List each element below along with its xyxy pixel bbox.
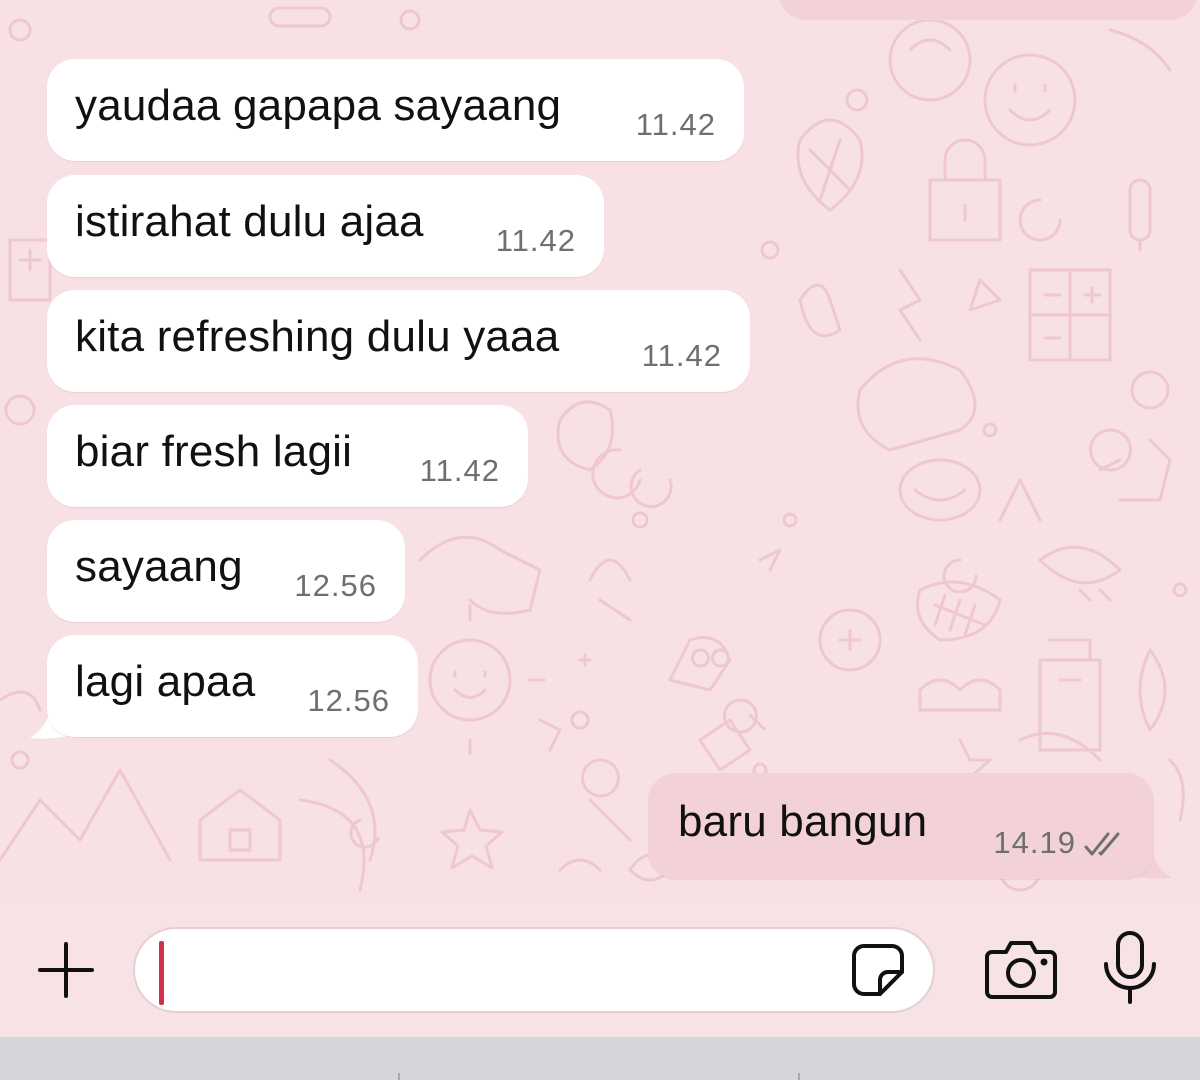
read-checkmarks-icon [1084, 832, 1120, 856]
message-bubble-incoming[interactable]: yaudaa gapapa sayaang 11.42 [47, 59, 744, 161]
sticker-icon[interactable] [848, 940, 908, 1000]
message-text: biar fresh lagii [75, 427, 353, 476]
microphone-icon[interactable] [1100, 930, 1160, 1006]
keyboard-top-edge [0, 1037, 1200, 1080]
message-bubble-incoming[interactable]: biar fresh lagii 11.42 [47, 405, 528, 507]
message-time: 11.42 [641, 338, 722, 373]
message-bubble-incoming[interactable]: kita refreshing dulu yaaa 11.42 [47, 290, 750, 392]
keyboard-divider [398, 1073, 400, 1080]
previous-outgoing-bubble-partial [778, 0, 1198, 20]
message-text: sayaang [75, 542, 243, 591]
keyboard-divider [798, 1073, 800, 1080]
message-bubble-incoming[interactable]: istirahat dulu ajaa 11.42 [47, 175, 604, 277]
chat-area[interactable]: yaudaa gapapa sayaang 11.42 istirahat du… [0, 0, 1200, 900]
message-text: lagi apaa [75, 657, 256, 706]
message-bubble-outgoing[interactable]: baru bangun 14.19 [648, 773, 1154, 879]
message-time: 11.42 [419, 453, 500, 488]
camera-icon[interactable] [984, 938, 1058, 1000]
message-time: 12.56 [294, 568, 377, 603]
message-time: 14.19 [993, 825, 1076, 860]
message-text: baru bangun [678, 797, 928, 846]
text-caret [159, 941, 164, 1005]
message-time: 12.56 [307, 683, 390, 718]
message-time: 11.42 [635, 107, 716, 142]
message-bubble-incoming[interactable]: lagi apaa 12.56 [47, 635, 418, 737]
message-text: istirahat dulu ajaa [75, 197, 424, 246]
message-text: kita refreshing dulu yaaa [75, 312, 560, 361]
message-input[interactable] [133, 927, 935, 1013]
message-text: yaudaa gapapa sayaang [75, 81, 562, 130]
message-time: 11.42 [495, 223, 576, 258]
plus-icon[interactable] [36, 940, 96, 1000]
message-bubble-incoming[interactable]: sayaang 12.56 [47, 520, 405, 622]
